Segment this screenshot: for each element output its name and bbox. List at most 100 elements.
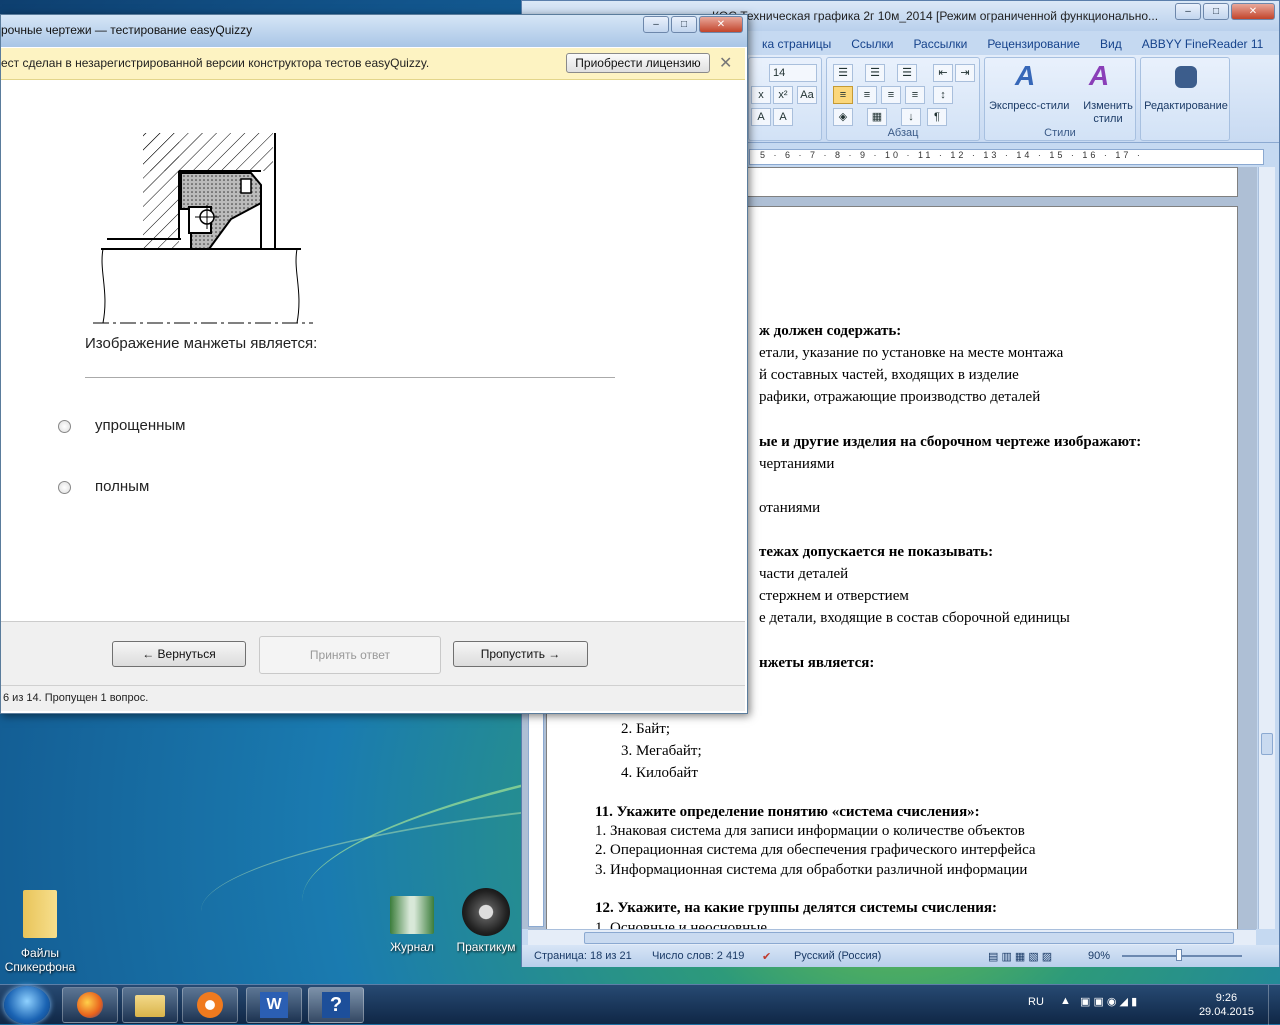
desktop-icon-journal[interactable]: Журнал <box>372 896 452 954</box>
quiz-title: рочные чертежи — тестирование easyQuizzy <box>1 15 747 47</box>
binoculars-icon <box>1175 66 1197 88</box>
horizontal-ruler: 5 · 6 · 7 · 8 · 9 · 10 · 11 · 12 · 13 · … <box>749 149 1264 165</box>
express-styles-button[interactable]: Экспресс-стили <box>989 100 1069 112</box>
change-styles-button[interactable]: Изменить стили <box>1081 100 1135 126</box>
quiz-maximize-button[interactable]: □ <box>671 16 697 33</box>
quiz-window: рочные чертежи — тестирование easyQuizzy… <box>0 14 748 714</box>
start-button[interactable] <box>4 986 50 1024</box>
status-bar: Страница: 18 из 21 Число слов: 2 419 ✔ Р… <box>522 945 1279 967</box>
superscript-icon[interactable]: x² <box>773 86 793 104</box>
page-count[interactable]: Страница: 18 из 21 <box>534 950 632 962</box>
strikethrough-icon[interactable]: x <box>751 86 771 104</box>
show-hidden-icon[interactable]: ▲ <box>1060 995 1071 1007</box>
maximize-button[interactable]: □ <box>1203 3 1229 20</box>
font-color-icon[interactable]: A <box>773 108 793 126</box>
show-desktop-button[interactable] <box>1268 985 1280 1025</box>
zoom-level[interactable]: 90% <box>1088 950 1110 962</box>
quiz-minimize-button[interactable]: – <box>643 16 669 33</box>
list-item: 2. Операционная система для обеспечения … <box>595 842 1036 858</box>
increase-indent-icon[interactable]: ⇥ <box>955 64 975 82</box>
desktop-icon-practicum[interactable]: Практикум <box>446 888 526 954</box>
option-radio-full[interactable] <box>58 481 71 494</box>
word-count[interactable]: Число слов: 2 419 <box>652 950 744 962</box>
decrease-indent-icon[interactable]: ⇤ <box>933 64 953 82</box>
align-left-icon[interactable]: ≡ <box>833 86 853 104</box>
taskbar-firefox[interactable] <box>62 987 118 1023</box>
quiz-close-button[interactable]: ✕ <box>699 16 743 33</box>
justify-icon[interactable]: ≡ <box>905 86 925 104</box>
spellcheck-icon[interactable]: ✔ <box>762 950 771 963</box>
accept-answer-button[interactable]: Принять ответ <box>259 636 441 674</box>
language[interactable]: Русский (Россия) <box>794 950 881 962</box>
doc-line: стержнем и отверстием <box>759 588 909 604</box>
media-player-icon <box>197 992 223 1018</box>
doc-line: й составных частей, входящих в изделие <box>759 367 1019 383</box>
zoom-slider[interactable] <box>1122 955 1242 957</box>
align-right-icon[interactable]: ≡ <box>881 86 901 104</box>
doc-line: етали, указание по установке на месте мо… <box>759 345 1064 361</box>
borders-icon[interactable]: ▦ <box>867 108 887 126</box>
list-item: 3. Информационная система для обработки … <box>595 862 1028 878</box>
system-tray: RU ▲ ▣ ▣ ◉ ◢ ▮ 9:26 29.04.2015 <box>1010 985 1280 1025</box>
buy-license-button[interactable]: Приобрести лицензию <box>566 53 710 73</box>
book-icon <box>390 896 434 934</box>
divider <box>85 377 615 378</box>
tray-icons[interactable]: ▣ ▣ ◉ ◢ ▮ <box>1080 995 1137 1008</box>
question-icon: ? <box>322 992 350 1018</box>
close-button[interactable]: ✕ <box>1231 3 1275 20</box>
doc-line: части деталей <box>759 566 849 582</box>
zoom-thumb[interactable] <box>1176 949 1182 961</box>
unregistered-notice: ест сделан в незарегистрированной версии… <box>1 48 745 80</box>
vertical-scrollbar[interactable] <box>1258 167 1275 929</box>
clear-format-icon[interactable]: Aa <box>797 86 817 104</box>
sort-icon[interactable]: ↓ <box>901 108 921 126</box>
list-item: 4. Килобайт <box>621 765 698 781</box>
numbering-icon[interactable]: ☰ <box>865 64 885 82</box>
quiz-status: 6 из 14. Пропущен 1 вопрос. <box>1 685 745 711</box>
highlight-icon[interactable]: A <box>751 108 771 126</box>
font-size-select[interactable]: 14 <box>769 64 817 82</box>
desktop-icon-files[interactable]: Файлы Спикерфона <box>0 888 80 974</box>
option-radio-simplified[interactable] <box>58 420 71 433</box>
horizontal-scrollbar[interactable] <box>528 929 1256 946</box>
pilcrow-icon[interactable]: ¶ <box>927 108 947 126</box>
doc-line: отаниями <box>759 500 821 516</box>
tab-references[interactable]: Ссылки <box>841 33 903 55</box>
hscroll-thumb[interactable] <box>584 932 1234 944</box>
taskbar: W ? RU ▲ ▣ ▣ ◉ ◢ ▮ 9:26 29.04.2015 <box>0 984 1280 1025</box>
doc-line: чертаниями <box>759 456 835 472</box>
doc-heading: 12. Укажите, на какие группы делятся сис… <box>595 900 998 916</box>
tab-page-layout[interactable]: ка страницы <box>752 33 841 55</box>
option-label-full[interactable]: полным <box>95 478 149 495</box>
bullets-icon[interactable]: ☰ <box>833 64 853 82</box>
shading-icon[interactable]: ◈ <box>833 108 853 126</box>
tab-view[interactable]: Вид <box>1090 33 1132 55</box>
taskbar-explorer[interactable] <box>122 987 178 1023</box>
multilevel-icon[interactable]: ☰ <box>897 64 917 82</box>
doc-line: ые и другие изделия на сборочном чертеже… <box>759 434 1142 450</box>
doc-line: тежах допускается не показывать: <box>759 544 994 560</box>
skip-button[interactable]: Пропустить → <box>453 641 588 667</box>
tab-review[interactable]: Рецензирование <box>977 33 1090 55</box>
language-indicator[interactable]: RU <box>1028 996 1044 1008</box>
taskbar-media[interactable] <box>182 987 238 1023</box>
list-item: 2. Байт; <box>621 721 671 737</box>
tab-abbyy[interactable]: ABBYY FineReader 11 <box>1132 33 1274 55</box>
minimize-button[interactable]: – <box>1175 3 1201 20</box>
editing-button[interactable]: Редактирование <box>1143 100 1229 112</box>
back-button[interactable]: ← Вернуться <box>112 641 246 667</box>
tab-mailings[interactable]: Рассылки <box>903 33 977 55</box>
styles-group: A A Экспресс-стили Изменить стили Стили <box>984 57 1136 141</box>
folder-icon <box>23 890 57 938</box>
clock[interactable]: 9:26 29.04.2015 <box>1199 991 1254 1019</box>
question-text: Изображение манжеты является: <box>85 335 318 352</box>
wheel-icon <box>462 888 510 936</box>
view-buttons[interactable]: ▤ ▥ ▦ ▧ ▨ <box>988 950 1052 963</box>
align-center-icon[interactable]: ≡ <box>857 86 877 104</box>
line-spacing-icon[interactable]: ↕ <box>933 86 953 104</box>
taskbar-word[interactable]: W <box>246 987 302 1023</box>
scroll-thumb[interactable] <box>1261 733 1273 755</box>
option-label-simplified[interactable]: упрощенным <box>95 417 185 434</box>
notice-close-icon[interactable]: ✕ <box>719 53 732 73</box>
taskbar-quiz[interactable]: ? <box>308 987 364 1023</box>
